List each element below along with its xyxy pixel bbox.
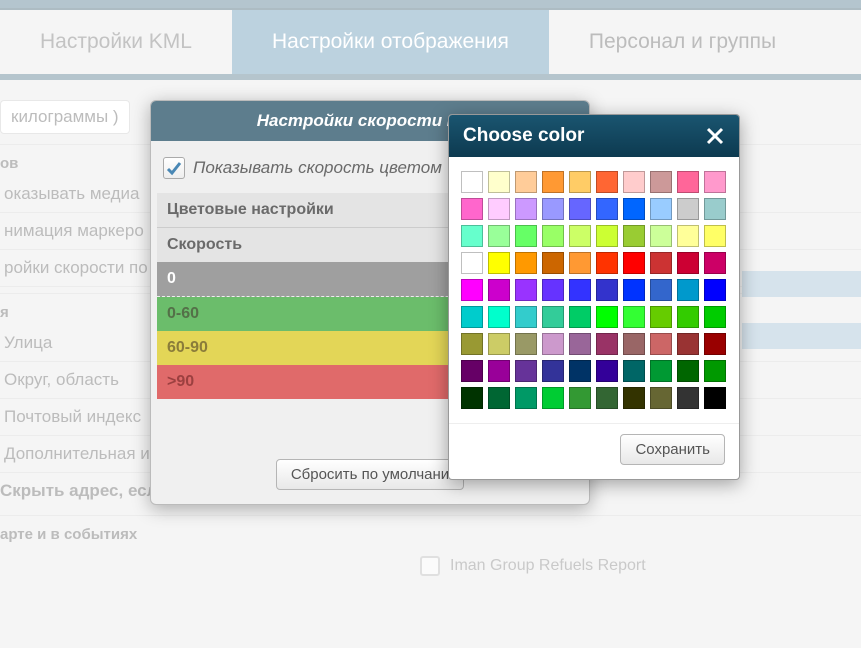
color-swatch[interactable]	[461, 171, 483, 193]
color-swatch[interactable]	[596, 198, 618, 220]
color-swatch[interactable]	[542, 387, 564, 409]
color-swatch[interactable]	[704, 198, 726, 220]
color-swatch[interactable]	[461, 360, 483, 382]
color-swatch[interactable]	[569, 171, 591, 193]
color-swatch[interactable]	[488, 306, 510, 328]
color-swatch[interactable]	[650, 306, 672, 328]
color-swatch[interactable]	[704, 252, 726, 274]
color-swatch[interactable]	[677, 279, 699, 301]
color-picker-dialog: Choose color Сохранить	[448, 114, 740, 480]
color-swatch[interactable]	[515, 387, 537, 409]
color-swatch[interactable]	[677, 252, 699, 274]
color-swatch[interactable]	[704, 360, 726, 382]
reset-defaults-button[interactable]: Сбросить по умолчани	[276, 459, 464, 490]
color-swatch[interactable]	[488, 252, 510, 274]
color-swatch[interactable]	[569, 279, 591, 301]
color-swatch[interactable]	[515, 225, 537, 247]
color-swatch[interactable]	[515, 171, 537, 193]
color-swatch[interactable]	[596, 279, 618, 301]
color-swatch[interactable]	[542, 198, 564, 220]
color-swatch[interactable]	[677, 306, 699, 328]
color-swatch[interactable]	[677, 225, 699, 247]
color-swatch[interactable]	[596, 171, 618, 193]
color-swatch[interactable]	[542, 279, 564, 301]
close-icon[interactable]	[705, 126, 725, 146]
color-swatch[interactable]	[488, 279, 510, 301]
color-swatch[interactable]	[488, 225, 510, 247]
color-swatch[interactable]	[569, 333, 591, 355]
color-swatch[interactable]	[650, 171, 672, 193]
color-swatch[interactable]	[569, 252, 591, 274]
color-swatch[interactable]	[488, 171, 510, 193]
color-swatch[interactable]	[515, 279, 537, 301]
color-swatch[interactable]	[542, 360, 564, 382]
color-swatch[interactable]	[704, 279, 726, 301]
color-swatch[interactable]	[650, 360, 672, 382]
color-swatch[interactable]	[623, 306, 645, 328]
color-swatch[interactable]	[623, 252, 645, 274]
color-swatch[interactable]	[542, 333, 564, 355]
show-speed-label: Показывать скорость цветом	[193, 158, 442, 178]
color-swatch[interactable]	[488, 198, 510, 220]
color-swatch[interactable]	[677, 387, 699, 409]
color-swatch[interactable]	[650, 252, 672, 274]
color-swatch[interactable]	[623, 387, 645, 409]
color-swatch[interactable]	[488, 333, 510, 355]
color-swatch[interactable]	[704, 225, 726, 247]
color-swatch[interactable]	[623, 225, 645, 247]
color-swatch[interactable]	[596, 306, 618, 328]
color-swatch[interactable]	[677, 171, 699, 193]
color-grid	[449, 157, 739, 423]
color-swatch[interactable]	[542, 225, 564, 247]
color-swatch[interactable]	[515, 198, 537, 220]
color-swatch[interactable]	[461, 252, 483, 274]
color-swatch[interactable]	[596, 387, 618, 409]
color-swatch[interactable]	[515, 333, 537, 355]
show-speed-color-checkbox[interactable]: Показывать скорость цветом	[163, 157, 442, 179]
color-swatch[interactable]	[461, 387, 483, 409]
color-swatch[interactable]	[542, 252, 564, 274]
color-swatch[interactable]	[488, 360, 510, 382]
color-swatch[interactable]	[650, 198, 672, 220]
color-swatch[interactable]	[569, 306, 591, 328]
color-swatch[interactable]	[623, 171, 645, 193]
color-swatch[interactable]	[461, 333, 483, 355]
color-swatch[interactable]	[569, 387, 591, 409]
color-swatch[interactable]	[704, 387, 726, 409]
color-swatch[interactable]	[677, 360, 699, 382]
color-swatch[interactable]	[650, 387, 672, 409]
save-button[interactable]: Сохранить	[620, 434, 725, 465]
color-swatch[interactable]	[461, 279, 483, 301]
color-swatch[interactable]	[596, 225, 618, 247]
color-swatch[interactable]	[542, 306, 564, 328]
color-swatch[interactable]	[704, 171, 726, 193]
color-swatch[interactable]	[596, 333, 618, 355]
color-swatch[interactable]	[704, 333, 726, 355]
color-swatch[interactable]	[596, 360, 618, 382]
checkbox-checked-icon	[163, 157, 185, 179]
color-swatch[interactable]	[515, 360, 537, 382]
color-swatch[interactable]	[461, 306, 483, 328]
color-swatch[interactable]	[623, 360, 645, 382]
color-swatch[interactable]	[650, 333, 672, 355]
color-swatch[interactable]	[488, 387, 510, 409]
color-swatch[interactable]	[569, 360, 591, 382]
color-swatch[interactable]	[623, 198, 645, 220]
color-swatch[interactable]	[461, 198, 483, 220]
color-swatch[interactable]	[569, 225, 591, 247]
color-swatch[interactable]	[515, 252, 537, 274]
color-swatch[interactable]	[704, 306, 726, 328]
color-swatch[interactable]	[542, 171, 564, 193]
color-swatch[interactable]	[677, 198, 699, 220]
color-swatch[interactable]	[461, 225, 483, 247]
color-swatch[interactable]	[515, 306, 537, 328]
color-swatch[interactable]	[623, 279, 645, 301]
color-dialog-title: Choose color	[463, 125, 584, 147]
color-swatch[interactable]	[623, 333, 645, 355]
color-swatch[interactable]	[650, 225, 672, 247]
color-swatch[interactable]	[569, 198, 591, 220]
color-swatch[interactable]	[650, 279, 672, 301]
color-swatch[interactable]	[596, 252, 618, 274]
color-swatch[interactable]	[677, 333, 699, 355]
